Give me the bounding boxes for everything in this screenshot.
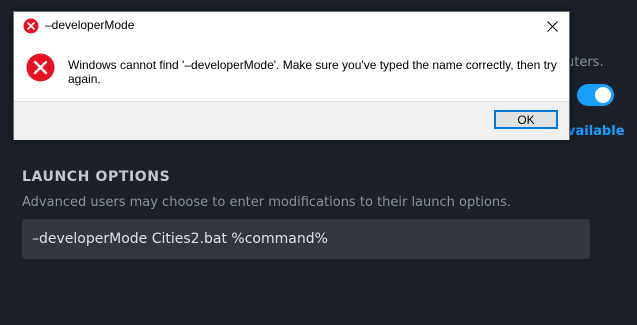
launch-options-input[interactable]: –developerMode Cities2.bat %command%	[22, 219, 590, 259]
dialog-titlebar[interactable]: –developerMode	[14, 12, 569, 40]
error-icon	[23, 18, 39, 34]
launch-options-title: LAUNCH OPTIONS	[22, 169, 171, 185]
feature-toggle[interactable]	[577, 84, 614, 106]
dialog-title: –developerMode	[45, 18, 135, 32]
ok-button[interactable]: OK	[494, 110, 558, 129]
partial-link[interactable]: vailable	[567, 124, 625, 139]
launch-options-description: Advanced users may choose to enter modif…	[22, 195, 512, 210]
close-button[interactable]	[535, 12, 569, 40]
dialog-message: Windows cannot find '–developerMode'. Ma…	[68, 58, 557, 86]
error-icon	[26, 53, 55, 82]
partial-description-text: uters.	[566, 55, 604, 70]
close-icon	[546, 20, 558, 32]
error-dialog: –developerMode Windows cannot find '–dev…	[13, 11, 570, 140]
toggle-knob	[595, 87, 611, 103]
dialog-footer: OK	[14, 101, 569, 140]
